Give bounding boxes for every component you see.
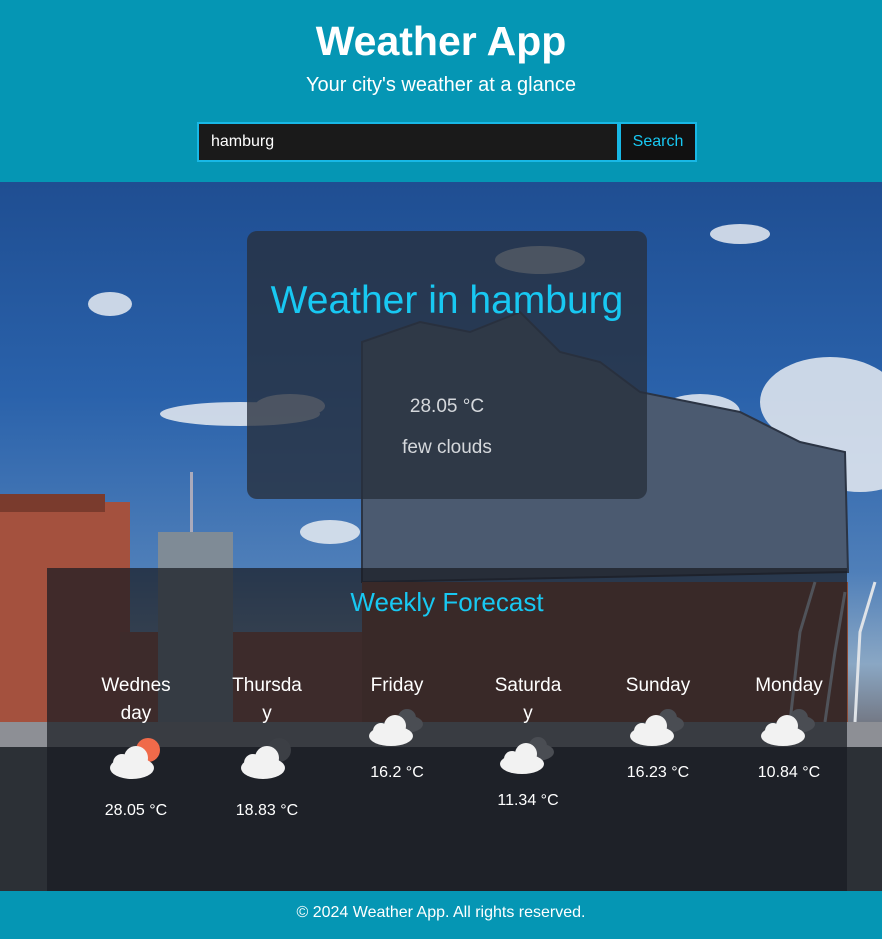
current-temperature: 28.05 °C [409, 396, 485, 417]
day-temperature: 16.2 °C [370, 764, 424, 781]
app-subtitle: Your city's weather at a glance [306, 74, 576, 96]
day-temperature: 16.23 °C [626, 764, 690, 781]
cloud-moon-icon [241, 738, 291, 779]
current-description: few clouds [402, 437, 492, 458]
day-name: Saturday [494, 675, 562, 724]
day-temperature: 10.84 °C [757, 764, 821, 781]
current-weather-card: Weather in hamburg 28.05 °C few clouds [247, 231, 647, 499]
city-search-input[interactable] [197, 122, 619, 162]
broken-clouds-icon [761, 709, 815, 746]
day-name: Monday [755, 675, 823, 696]
forecast-day: Saturday 11.34 °C [468, 672, 588, 810]
broken-clouds-icon [500, 737, 554, 774]
broken-clouds-icon [630, 709, 684, 746]
weekly-forecast-panel: Weekly Forecast Wednesday 28.05 °C Thurs… [47, 568, 847, 891]
app-title: Weather App [315, 18, 567, 64]
forecast-day: Monday 10.84 °C [729, 672, 849, 782]
search-button[interactable]: Search [619, 122, 697, 162]
app-header: Weather App Your city's weather at a gla… [0, 0, 882, 182]
day-name: Friday [370, 675, 424, 696]
day-name: Thursday [232, 675, 302, 724]
day-name: Wednesday [101, 675, 171, 724]
day-temperature: 28.05 °C [104, 802, 168, 819]
forecast-day: Friday 16.2 °C [337, 672, 457, 782]
day-temperature: 11.34 °C [497, 792, 559, 809]
day-temperature: 18.83 °C [235, 802, 299, 819]
current-weather-title: Weather in hamburg [270, 279, 624, 322]
forecast-day: Thursday 18.83 °C [207, 672, 327, 820]
cloud-sun-icon [110, 738, 160, 779]
broken-clouds-icon [369, 709, 423, 746]
day-name: Sunday [625, 675, 691, 696]
footer-text: © 2024 Weather App. All rights reserved. [296, 904, 586, 921]
forecast-title: Weekly Forecast [350, 587, 544, 617]
forecast-day: Sunday 16.23 °C [598, 672, 718, 782]
footer: © 2024 Weather App. All rights reserved. [0, 891, 882, 939]
forecast-day: Wednesday 28.05 °C [76, 672, 196, 820]
